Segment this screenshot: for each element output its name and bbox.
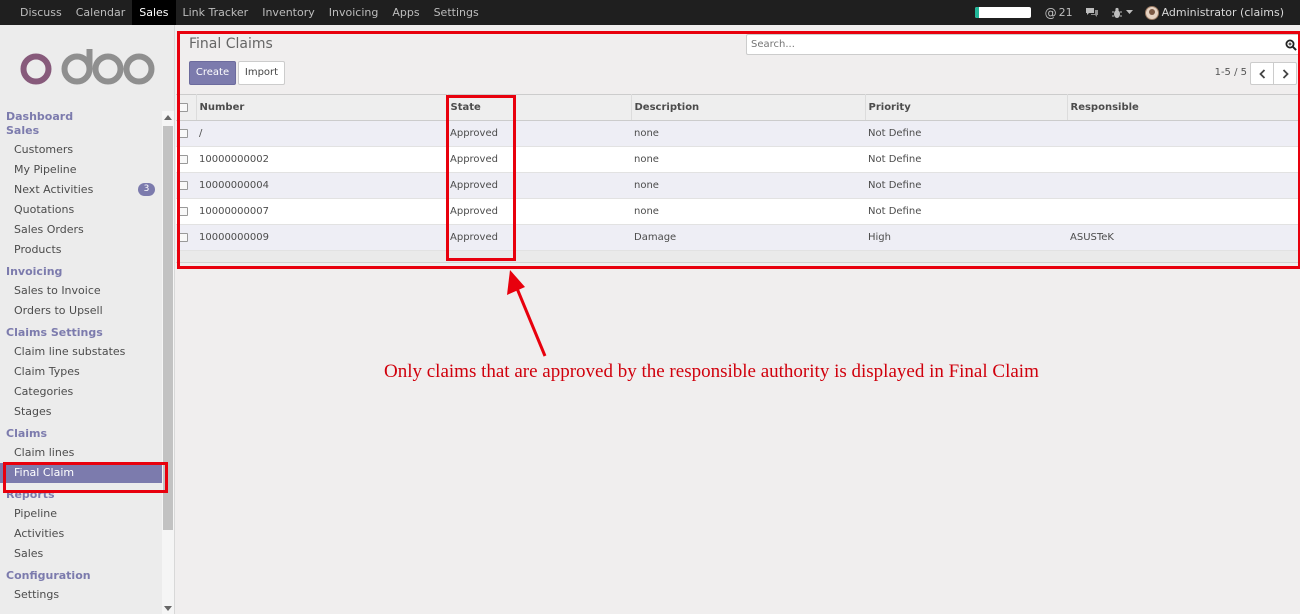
sidebar-section-sales[interactable]: Sales [0,124,162,138]
sidebar-item-label: Next Activities [14,183,94,196]
sidebar-item-categories[interactable]: Categories [0,382,162,402]
chat-bubbles-icon [1085,8,1098,17]
sidebar-item-sales-orders[interactable]: Sales Orders [0,220,162,240]
sidebar-scrollbar[interactable] [162,111,174,614]
menu-item-discuss[interactable]: Discuss [13,0,69,25]
sidebar-section-configuration[interactable]: Configuration [0,569,162,583]
onboarding-progress[interactable] [974,7,1031,18]
scroll-down-arrow-icon[interactable] [164,606,172,611]
sidebar-item-label: Claim Types [14,365,80,378]
sidebar-item-claim-types[interactable]: Claim Types [0,362,162,382]
debug-menu-button[interactable] [1111,7,1133,19]
count-badge: 3 [138,183,155,196]
menu-item-sales[interactable]: Sales [132,0,176,25]
avatar [1144,5,1159,20]
sidebar-item-label: Quotations [14,203,75,216]
menu-item-link-tracker[interactable]: Link Tracker [176,0,256,25]
at-icon: @ [1044,5,1057,20]
sidebar-item-label: Stages [14,405,52,418]
annotation-box-final-claim [3,462,168,493]
sidebar-item-label: Settings [14,588,60,601]
sidebar-item-label: Claim line substates [14,345,126,358]
sidebar-item-label: Orders to Upsell [14,304,103,317]
sidebar-menu: Dashboard Sales Customers My Pipeline Next A… [0,110,162,605]
sidebar-item-label: Products [14,243,62,256]
sidebar-item-label: Activities [14,527,65,540]
annotation-text: Only claims that are approved by the res… [384,361,1039,382]
sidebar-item-label: Pipeline [14,507,58,520]
messages-button[interactable] [1085,7,1099,18]
bug-icon [1111,7,1122,18]
sidebar-item-label: Sales to Invoice [14,284,101,297]
sidebar-item-label: Sales [14,547,44,560]
progress-fill [974,7,980,18]
sidebar-item-claim-lines[interactable]: Claim lines [0,443,162,463]
sidebar-item-pipeline[interactable]: Pipeline [0,504,162,524]
odoo-logo [19,47,155,92]
app-menu: Discuss Calendar Sales Link Tracker Inventor… [13,0,486,25]
sidebar-item-label: Sales Orders [14,223,84,236]
scroll-up-arrow-icon[interactable] [164,115,172,120]
sidebar-item-label: Claim lines [14,446,75,459]
caret-down-icon [1125,10,1133,14]
sidebar-section-claims[interactable]: Claims [0,427,162,441]
sidebar-item-my-pipeline[interactable]: My Pipeline [0,160,162,180]
menu-item-invoicing[interactable]: Invoicing [322,0,386,25]
menu-item-apps[interactable]: Apps [385,0,426,25]
sidebar-item-products[interactable]: Products [0,240,162,260]
sidebar-item-orders-to-upsell[interactable]: Orders to Upsell [0,301,162,321]
sidebar-item-claim-line-substates[interactable]: Claim line substates [0,342,162,362]
sidebar-item-stages[interactable]: Stages [0,402,162,422]
user-name: Administrator (claims) [1161,6,1284,19]
sidebar-item-customers[interactable]: Customers [0,140,162,160]
menu-item-calendar[interactable]: Calendar [69,0,132,25]
sidebar-item-quotations[interactable]: Quotations [0,200,162,220]
menu-item-settings[interactable]: Settings [427,0,486,25]
sidebar-section-claims-settings[interactable]: Claims Settings [0,326,162,340]
sidebar-item-sales[interactable]: Sales [0,544,162,564]
sidebar-section-invoicing[interactable]: Invoicing [0,265,162,279]
menu-item-inventory[interactable]: Inventory [255,0,322,25]
sidebar-item-sales-to-invoice[interactable]: Sales to Invoice [0,281,162,301]
systray: @ 21 Administrator (claims) [974,0,1300,25]
sidebar-item-activities[interactable]: Activities [0,524,162,544]
sidebar-item-settings[interactable]: Settings [0,585,162,605]
sidebar-item-label: My Pipeline [14,163,77,176]
sidebar-item-next-activities[interactable]: Next Activities 3 [0,180,162,200]
sidebar-item-label: Customers [14,143,74,156]
top-navbar: Discuss Calendar Sales Link Tracker Inventor… [0,0,1300,25]
sidebar: Dashboard Sales Customers My Pipeline Next A… [0,25,175,614]
user-menu[interactable]: Administrator (claims) [1144,5,1288,20]
annotation-box-list [177,31,1300,269]
sidebar-item-label: Categories [14,385,74,398]
mentions-count: 21 [1058,6,1073,19]
sidebar-section-dashboard[interactable]: Dashboard [0,110,162,124]
annotation-box-state-column [446,95,516,261]
mentions-counter[interactable]: @ 21 [1045,6,1073,20]
